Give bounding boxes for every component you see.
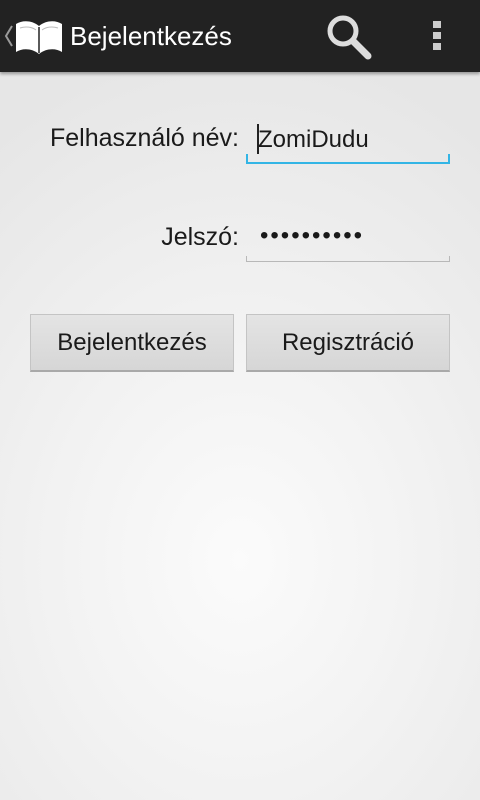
overflow-menu-icon <box>433 21 441 50</box>
register-button[interactable]: Regisztráció <box>246 314 450 372</box>
search-button[interactable] <box>312 0 384 72</box>
login-button[interactable]: Bejelentkezés <box>30 314 234 372</box>
username-field[interactable]: ZomiDudu <box>246 120 450 164</box>
up-navigation-button[interactable] <box>0 0 66 72</box>
open-book-icon <box>16 21 62 54</box>
password-field[interactable]: •••••••••• <box>246 218 450 262</box>
password-value: •••••••••• <box>260 222 365 249</box>
action-bar: Bejelentkezés <box>0 0 480 72</box>
username-underline <box>246 154 450 164</box>
username-label: Felhasználó név: <box>49 124 239 152</box>
chevron-left-icon <box>4 25 13 47</box>
password-label: Jelszó: <box>161 223 239 251</box>
search-icon <box>327 15 372 60</box>
page-title: Bejelentkezés <box>70 21 232 51</box>
password-underline <box>246 256 450 262</box>
overflow-menu-button[interactable] <box>414 0 462 72</box>
username-value: ZomiDudu <box>258 126 369 153</box>
